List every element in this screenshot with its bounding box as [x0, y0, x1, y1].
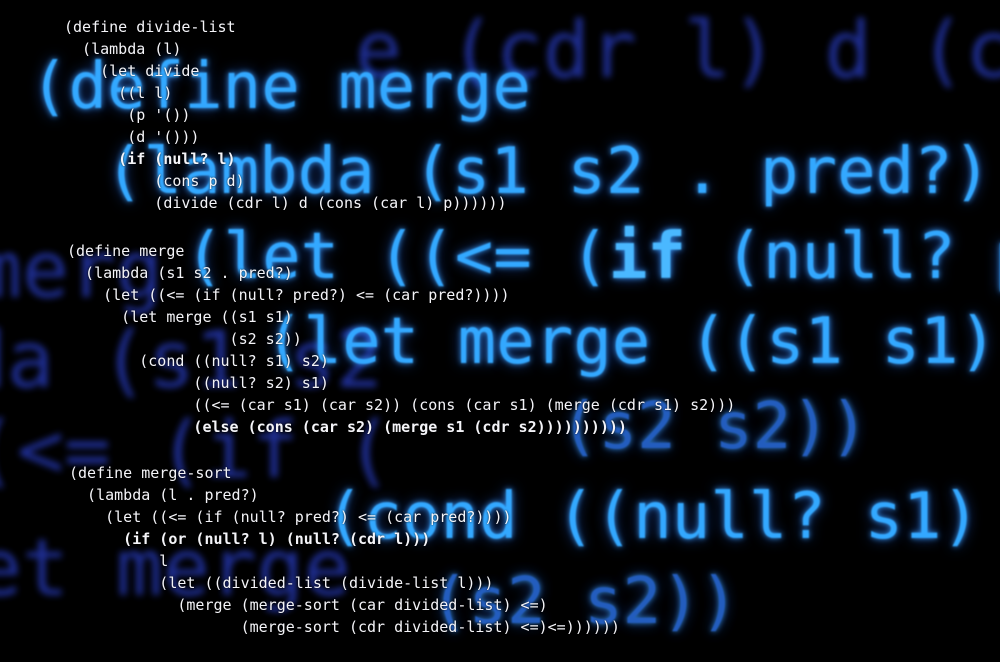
code-line: (if (null? l)	[64, 150, 236, 168]
code-line: (lambda (s1 s2 . pred?)	[67, 264, 293, 282]
code-line: (merge (merge-sort (car divided-list) <=…	[69, 596, 548, 614]
code-line: (let merge ((s1 s1)	[67, 308, 293, 326]
code-line: ((l l)	[64, 84, 173, 102]
code-line: (lambda (l)	[64, 40, 182, 58]
code-line: ((null? s2) s1)	[67, 374, 329, 392]
code-line: l	[69, 552, 169, 570]
code-line: (cons p d)	[64, 172, 245, 190]
code-line: (else (cons (car s2) (merge s1 (cdr s2))…	[67, 418, 627, 436]
code-collage: e (cdr l) d (cons (ca merg da (s1 s2 (<=…	[0, 0, 1000, 662]
code-line: (divide (cdr l) d (cons (car l) p))))))	[64, 194, 507, 212]
code-line: (if (or (null? l) (null? (cdr l)))	[69, 530, 431, 548]
code-line: (define merge	[67, 242, 185, 260]
code-line: (s2 s2))	[67, 330, 302, 348]
foreground-code: (define divide-list (lambda (l) (let div…	[0, 0, 1000, 662]
code-line: (merge-sort (cdr divided-list) <=)<=))))…	[69, 618, 620, 636]
code-line: (let ((<= (if (null? pred?) <= (car pred…	[67, 286, 510, 304]
code-line: (let ((<= (if (null? pred?) <= (car pred…	[69, 508, 512, 526]
code-line: (lambda (l . pred?)	[69, 486, 259, 504]
code-line: (define merge-sort	[69, 464, 232, 482]
code-line: (let divide	[64, 62, 200, 80]
code-line: (cond ((null? s1) s2)	[67, 352, 329, 370]
code-line: (let ((divided-list (divide-list l)))	[69, 574, 494, 592]
code-line: (define divide-list	[64, 18, 236, 36]
code-line: (p '())	[64, 106, 191, 124]
code-line: ((<= (car s1) (car s2)) (cons (car s1) (…	[67, 396, 736, 414]
code-line: (d '()))	[64, 128, 200, 146]
